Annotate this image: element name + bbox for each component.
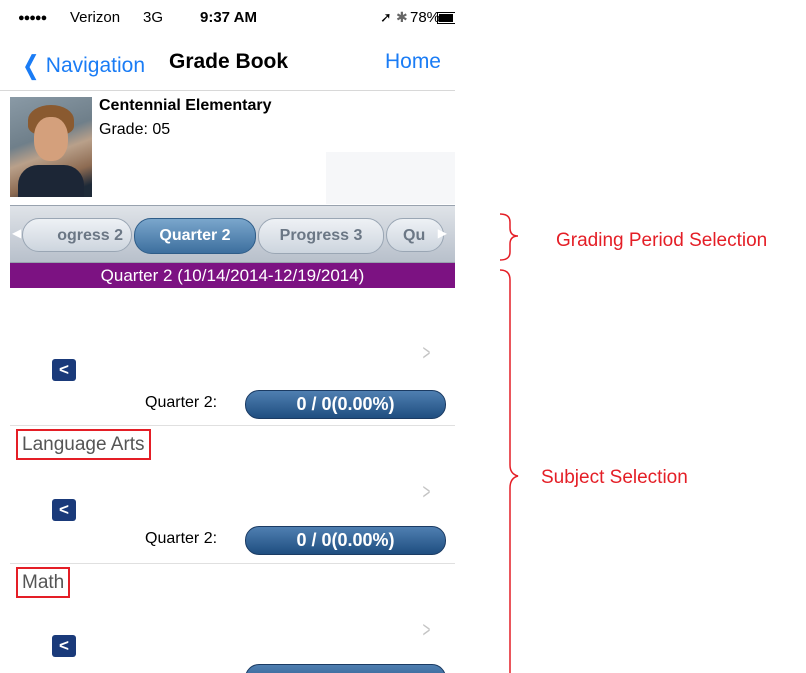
annotation-layer (499, 213, 519, 673)
grading-period-annotation: Grading Period Selection (556, 230, 768, 251)
grading-period-bracket (499, 213, 519, 261)
subject-annotation: Subject Selection (541, 467, 688, 488)
subject-bracket (499, 269, 519, 673)
